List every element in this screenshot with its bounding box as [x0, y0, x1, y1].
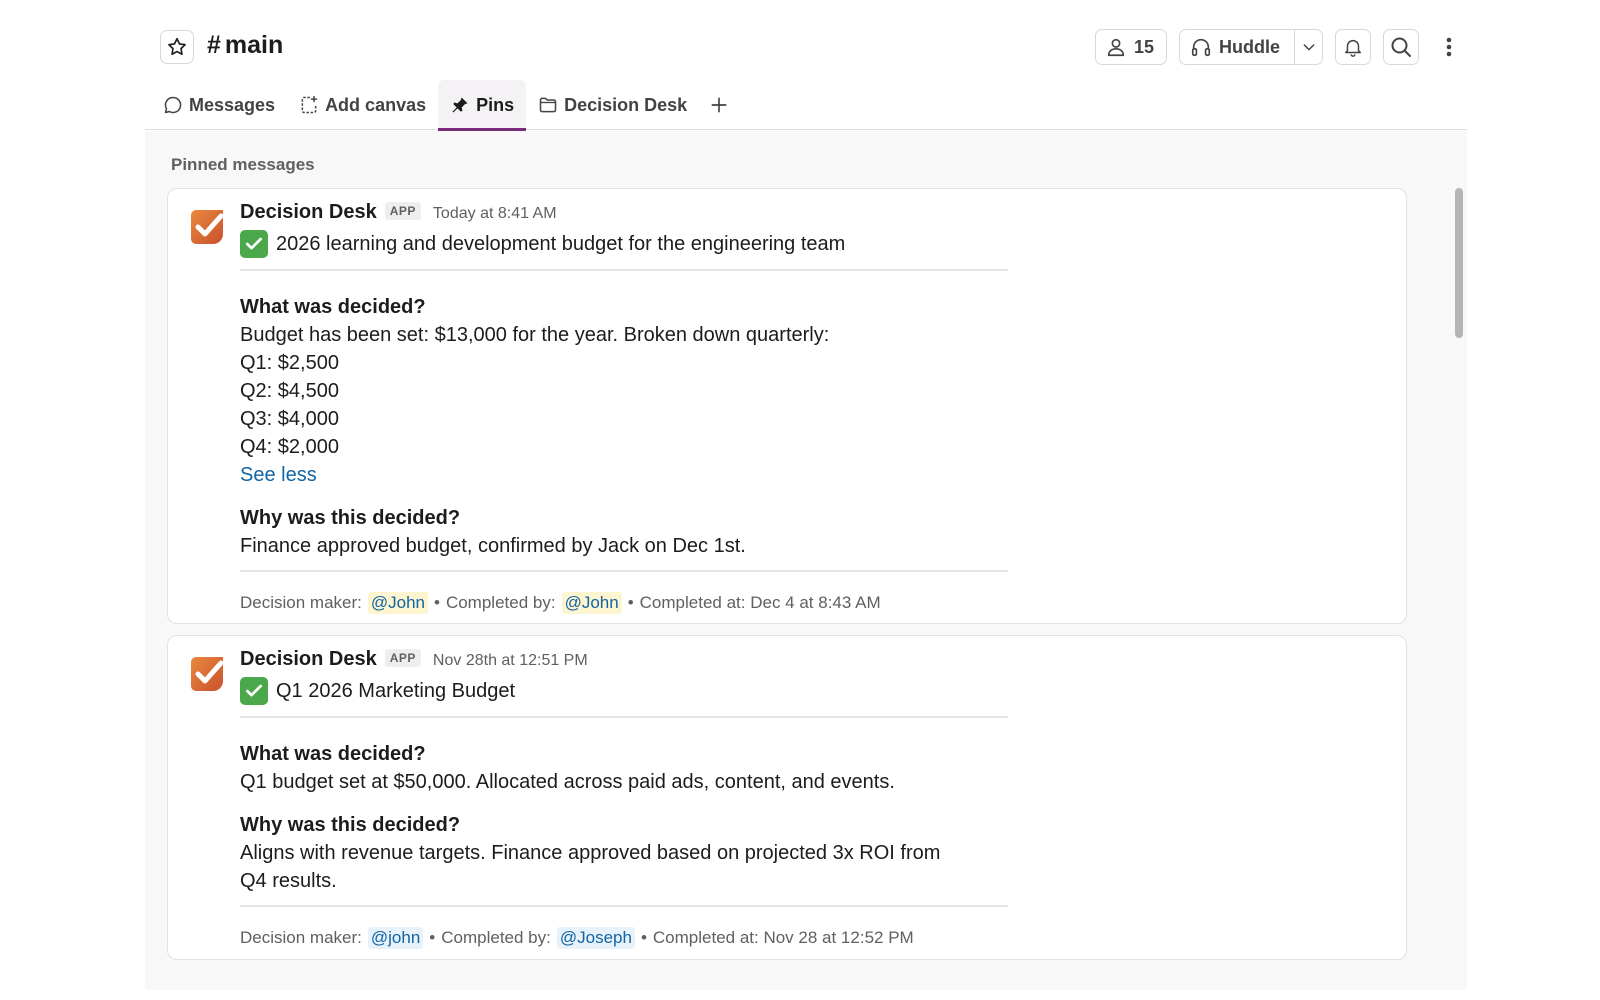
mention-maker[interactable]: @John: [367, 592, 428, 614]
why-block: Why was this decided? Finance approved b…: [240, 504, 1040, 560]
decision-title-text: 2026 learning and development budget for…: [276, 232, 846, 255]
canvas-icon: [301, 95, 318, 114]
chat-bubble-icon: [164, 96, 182, 114]
completed-at: Completed at: Dec 4 at 8:43 AM: [639, 593, 881, 612]
why-label: Why was this decided?: [240, 507, 461, 529]
search-icon: [1391, 37, 1411, 57]
tab-pins[interactable]: Pins: [438, 80, 527, 131]
why-label: Why was this decided?: [240, 814, 461, 836]
pins-panel: Pinned messages Decision Desk APP Today …: [145, 131, 1467, 990]
message-header: Decision Desk APP Today at 8:41 AM: [240, 201, 1040, 229]
huddle-label: Huddle: [1219, 36, 1280, 57]
tab-messages[interactable]: Messages: [151, 80, 287, 130]
app-badge: APP: [384, 649, 421, 667]
completed-at: Completed at: Nov 28 at 12:52 PM: [652, 928, 914, 947]
what-line: Q3: $4,000: [240, 408, 339, 430]
what-line: Q2: $4,500: [240, 380, 339, 402]
channel-window: # main 15 Huddle Messages Add canvas Pin…: [145, 0, 1467, 990]
folder-icon: [539, 97, 557, 113]
chevron-down-icon: [1303, 44, 1314, 51]
divider: [240, 716, 1008, 718]
check-icon: [240, 677, 268, 705]
mention-maker[interactable]: @john: [367, 927, 424, 949]
star-icon: [168, 37, 186, 56]
what-block: What was decided? Q1 budget set at $50,0…: [240, 740, 1040, 796]
separator: •: [627, 593, 634, 612]
decision-desk-logo: [191, 657, 224, 691]
add-tab-button[interactable]: [699, 80, 739, 130]
person-icon: [1107, 38, 1125, 57]
kebab-icon: [1446, 37, 1452, 57]
tab-label: Messages: [189, 94, 276, 115]
tab-label: Pins: [476, 94, 515, 115]
decision-title: 2026 learning and development budget for…: [240, 229, 1040, 259]
notifications-button[interactable]: [1335, 29, 1371, 65]
tab-add-canvas[interactable]: Add canvas: [287, 80, 438, 130]
decision-title-text: Q1 2026 Marketing Budget: [276, 679, 516, 702]
message-body: Decision Desk APP Today at 8:41 AM 2026 …: [240, 201, 1040, 614]
mention-completed-by[interactable]: @Joseph: [556, 927, 635, 949]
header-actions: 15 Huddle: [1094, 29, 1467, 65]
what-label: What was decided?: [240, 743, 426, 765]
star-channel-button[interactable]: [160, 30, 194, 64]
plus-icon: [711, 97, 727, 113]
message-header: Decision Desk APP Nov 28th at 12:51 PM: [240, 648, 1040, 676]
what-line: Q1: $2,500: [240, 352, 339, 374]
separator: •: [640, 928, 647, 947]
pin-icon: [452, 97, 468, 113]
section-title: Pinned messages: [171, 155, 315, 174]
channel-title[interactable]: # main: [207, 31, 283, 60]
sender-name[interactable]: Decision Desk: [240, 648, 377, 671]
completed-by-label: Completed by:: [445, 593, 556, 612]
message-body: Decision Desk APP Nov 28th at 12:51 PM Q…: [240, 648, 1040, 949]
divider: [240, 269, 1008, 271]
huddle-button-group: Huddle: [1179, 29, 1323, 65]
see-less-link[interactable]: See less: [240, 461, 1040, 489]
completed-by-label: Completed by:: [441, 928, 551, 947]
mention-completed-by[interactable]: @John: [561, 592, 622, 614]
channel-hash: #: [207, 31, 221, 59]
pinned-message-card[interactable]: Decision Desk APP Today at 8:41 AM 2026 …: [167, 188, 1407, 624]
what-line: Q4: $2,000: [240, 436, 339, 458]
decision-desk-logo: [191, 210, 224, 244]
channel-header: # main 15 Huddle Messages Add canvas Pin…: [145, 0, 1467, 131]
why-line: Aligns with revenue targets. Finance app…: [240, 842, 941, 864]
huddle-button[interactable]: Huddle: [1180, 30, 1295, 64]
decision-title: Q1 2026 Marketing Budget: [240, 676, 1040, 706]
sender-name[interactable]: Decision Desk: [240, 201, 377, 224]
decision-footer: Decision maker: @john • Completed by: @J…: [240, 927, 1040, 949]
channel-tabs: Messages Add canvas Pins Decision Desk: [151, 80, 739, 131]
message-time[interactable]: Nov 28th at 12:51 PM: [433, 652, 588, 670]
what-line: Budget has been set: $13,000 for the yea…: [240, 324, 830, 346]
divider: [240, 905, 1008, 907]
maker-label: Decision maker:: [240, 593, 362, 612]
search-button[interactable]: [1383, 29, 1419, 65]
scrollbar-thumb[interactable]: [1455, 188, 1463, 338]
tab-decision-desk[interactable]: Decision Desk: [526, 80, 699, 130]
why-line: Q4 results.: [240, 870, 337, 892]
pinned-message-card[interactable]: Decision Desk APP Nov 28th at 12:51 PM Q…: [167, 635, 1407, 960]
tab-label: Add canvas: [325, 94, 427, 115]
huddle-options-button[interactable]: [1295, 30, 1322, 64]
what-line: Q1 budget set at $50,000. Allocated acro…: [240, 771, 895, 793]
message-time[interactable]: Today at 8:41 AM: [433, 205, 557, 223]
tab-label: Decision Desk: [564, 94, 688, 115]
headphones-icon: [1191, 38, 1211, 57]
what-label: What was decided?: [240, 296, 426, 318]
bell-icon: [1344, 39, 1362, 57]
separator: •: [434, 593, 440, 612]
channel-name: main: [224, 31, 284, 59]
app-badge: APP: [384, 202, 421, 220]
members-button[interactable]: 15: [1094, 29, 1167, 65]
why-line: Finance approved budget, confirmed by Ja…: [240, 535, 746, 557]
separator: •: [429, 928, 436, 947]
maker-label: Decision maker:: [240, 928, 362, 947]
what-block: What was decided? Budget has been set: $…: [240, 293, 1040, 489]
divider: [240, 570, 1008, 572]
why-block: Why was this decided? Aligns with revenu…: [240, 811, 1040, 895]
member-count: 15: [1133, 36, 1154, 57]
more-actions-button[interactable]: [1431, 29, 1467, 65]
check-icon: [240, 230, 268, 258]
decision-footer: Decision maker: @John • Completed by: @J…: [240, 592, 1040, 614]
